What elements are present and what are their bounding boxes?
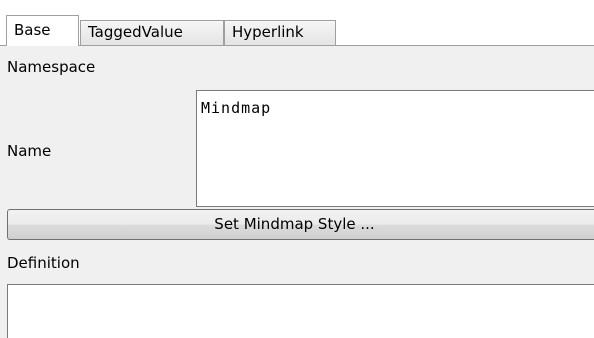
namespace-label: Namespace (7, 58, 96, 76)
tab-taggedvalue[interactable]: TaggedValue (80, 20, 224, 45)
name-label: Name (7, 142, 52, 160)
tab-strip: Base TaggedValue Hyperlink (0, 0, 594, 46)
base-tab-content: Namespace Name Mindmap Set Mindmap Style… (0, 46, 594, 338)
name-field[interactable]: Mindmap (196, 90, 594, 207)
set-mindmap-style-button[interactable]: Set Mindmap Style ... (7, 209, 594, 240)
definition-field[interactable] (7, 284, 594, 338)
tab-hyperlink-label: Hyperlink (232, 23, 304, 41)
tab-base-label: Base (14, 21, 51, 39)
tab-hyperlink[interactable]: Hyperlink (224, 20, 336, 45)
tab-taggedvalue-label: TaggedValue (88, 23, 183, 41)
namespace-value (196, 46, 594, 90)
properties-panel: Base TaggedValue Hyperlink Namespace Nam… (0, 0, 594, 338)
definition-label: Definition (7, 254, 80, 272)
tab-base[interactable]: Base (6, 15, 79, 46)
